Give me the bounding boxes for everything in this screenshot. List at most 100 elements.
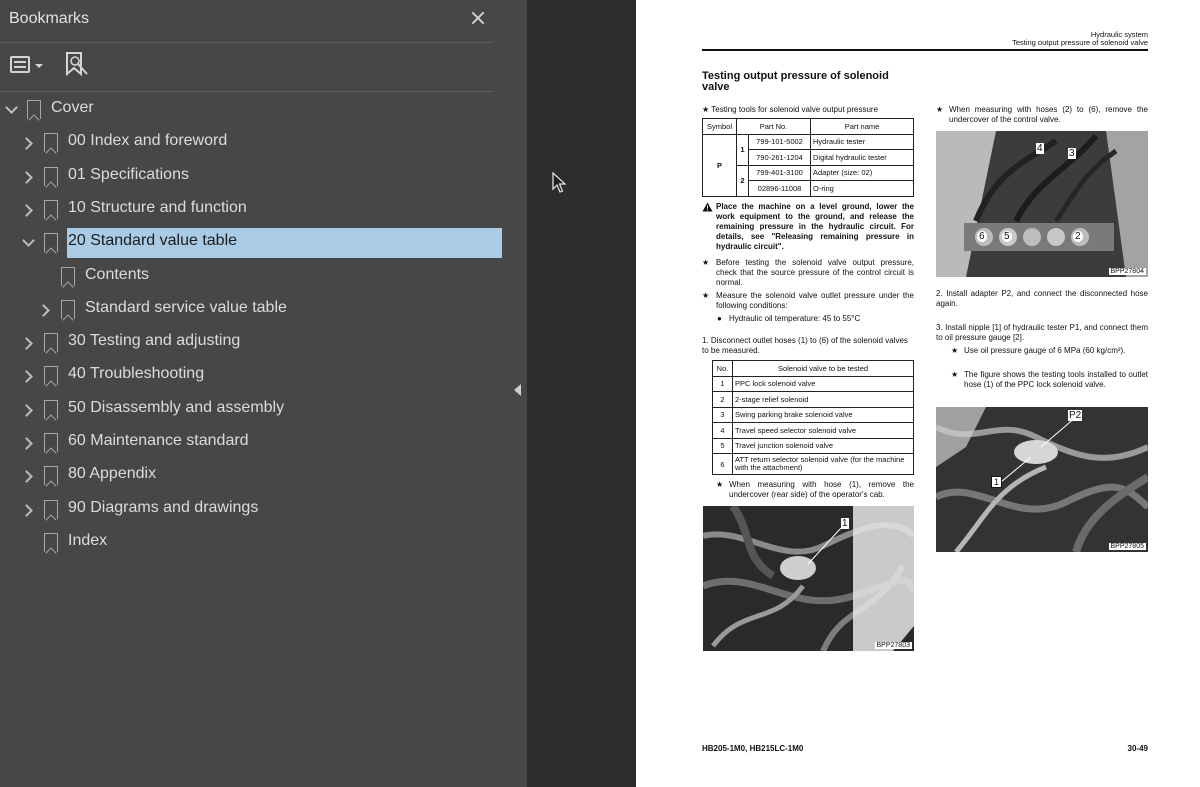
- photo-callout: 6: [977, 231, 987, 242]
- table-header: No.: [712, 360, 733, 377]
- bookmark-label: 20 Standard value table: [68, 232, 238, 250]
- header-topic: Testing output pressure of solenoid valv…: [1012, 38, 1148, 47]
- bookmark-label: 01 Specifications: [68, 165, 189, 183]
- bookmark-item[interactable]: Cover: [0, 97, 502, 127]
- table-row: 1 PPC lock solenoid valve: [712, 375, 914, 392]
- note-gauge: Use oil pressure gauge of 6 MPa (60 kg/c…: [964, 346, 1126, 355]
- table-header: Solenoid valve to be tested: [732, 360, 914, 377]
- tools-caption: ★ Testing tools for solenoid valve outpu…: [702, 105, 879, 114]
- table-header: Part No.: [736, 118, 811, 135]
- bookmark-item[interactable]: 30 Testing and adjusting: [0, 330, 502, 360]
- step-3: 3. Install nipple [1] of hydraulic teste…: [936, 323, 1148, 342]
- mouse-cursor-icon: [552, 172, 567, 193]
- bookmark-icon: [61, 266, 75, 286]
- table-cell: 2: [736, 164, 749, 197]
- bookmark-item[interactable]: 40 Troubleshooting: [0, 363, 502, 393]
- bookmark-label: Standard service value table: [85, 298, 287, 316]
- chevron-right-icon[interactable]: [20, 337, 33, 350]
- bookmark-icon: [44, 433, 58, 452]
- table-row: 6 ATT return selector solenoid valve (for…: [712, 453, 914, 475]
- pdf-viewer: Bookmarks Cover 00 Index and foreword 01 S…: [0, 0, 1200, 787]
- photo-callout: 1: [841, 518, 849, 529]
- tools-table: Symbol Part No. Part name P 1 799-101-50…: [702, 118, 914, 197]
- bookmark-item[interactable]: 20 Standard value table: [0, 228, 502, 260]
- panel-title: Bookmarks: [9, 10, 90, 27]
- star-icon: ★: [702, 258, 710, 267]
- note-figure: The figure shows the testing tools insta…: [964, 370, 1148, 389]
- chevron-down-icon: [35, 64, 43, 68]
- bookmark-label: 90 Diagrams and drawings: [68, 498, 259, 516]
- photo-callout: 4: [1036, 143, 1044, 154]
- photo-image: [936, 407, 1148, 552]
- list-options-icon: [10, 56, 30, 73]
- table-cell: 2-stage relief solenoid: [732, 391, 914, 408]
- star-icon: ★: [702, 291, 710, 300]
- photo-caption: BPP27803: [874, 642, 912, 649]
- bookmark-icon: [44, 166, 58, 186]
- bookmark-label: 80 Appendix: [68, 465, 157, 483]
- bookmark-icon: [44, 199, 58, 219]
- table-cell: 3: [712, 406, 733, 423]
- table-row: 2 2-stage relief solenoid: [712, 391, 914, 408]
- chevron-down-icon[interactable]: [22, 234, 35, 248]
- photo-control-valve: 4 3 6 5 2 BPP27804: [936, 131, 1148, 277]
- table-cell: PPC lock solenoid valve: [732, 375, 914, 392]
- close-panel-button[interactable]: [466, 6, 490, 30]
- photo-callout: 5: [1002, 231, 1012, 242]
- table-cell: Travel speed selector solenoid valve: [732, 422, 914, 439]
- bookmarks-panel: Bookmarks Cover 00 Index and foreword 01 S…: [0, 0, 509, 787]
- table-row: 5 Travel junction solenoid valve: [712, 437, 914, 454]
- bookmark-icon: [44, 466, 58, 486]
- chevron-right-icon[interactable]: [20, 370, 33, 384]
- photo-caption: BPP27805: [1108, 543, 1146, 550]
- bookmark-item[interactable]: Standard service value table: [0, 297, 502, 327]
- bookmark-options-button[interactable]: [8, 52, 46, 78]
- note-hose-1: When measuring with hose (1), remove the…: [729, 480, 914, 499]
- chevron-right-icon[interactable]: [20, 470, 33, 484]
- bookmark-icon: [44, 499, 58, 519]
- collapse-panel-icon[interactable]: [514, 384, 521, 396]
- table-cell: Digital hydraulic tester: [810, 149, 914, 166]
- table-cell: 2: [712, 391, 733, 408]
- chevron-right-icon[interactable]: [20, 137, 33, 151]
- bookmark-item[interactable]: 00 Index and foreword: [0, 130, 502, 160]
- chevron-down-icon[interactable]: [5, 101, 18, 114]
- chevron-right-icon[interactable]: [20, 403, 33, 417]
- warning-text: Place the machine on a level ground, low…: [716, 202, 914, 251]
- table-cell: 799-401-3100: [748, 164, 811, 181]
- bookmark-item[interactable]: Contents: [0, 264, 502, 294]
- bookmark-icon: [44, 233, 58, 253]
- bookmark-icon: [61, 299, 75, 319]
- chevron-right-icon[interactable]: [20, 204, 33, 217]
- chevron-right-icon[interactable]: [20, 503, 33, 517]
- footer-page-number: 30-49: [1127, 744, 1148, 753]
- bookmark-icon: [44, 133, 58, 153]
- condition-text: Hydraulic oil temperature: 45 to 55°C: [729, 314, 861, 323]
- chevron-right-icon[interactable]: [20, 170, 33, 184]
- table-cell: O-ring: [810, 180, 914, 197]
- photo-callout: 3: [1068, 148, 1076, 159]
- step-2: 2. Install adapter P2, and connect the d…: [936, 289, 1148, 308]
- warning-icon: [702, 202, 713, 212]
- bookmark-item[interactable]: 50 Disassembly and assembly: [0, 397, 502, 427]
- bookmark-icon: [44, 333, 58, 353]
- bookmark-item[interactable]: 60 Maintenance standard: [0, 430, 502, 460]
- table-cell: Swing parking brake solenoid valve: [732, 406, 914, 423]
- step-1: 1. Disconnect outlet hoses (1) to (6) of…: [702, 336, 908, 355]
- bookmark-item[interactable]: 90 Diagrams and drawings: [0, 497, 502, 527]
- bookmark-item[interactable]: 10 Structure and function: [0, 197, 502, 227]
- chevron-right-icon[interactable]: [37, 303, 50, 317]
- bookmark-label: 30 Testing and adjusting: [68, 332, 241, 350]
- table-header: Part name: [810, 118, 914, 135]
- table-cell: 1: [736, 133, 749, 166]
- table-row: 4 Travel speed selector solenoid valve: [712, 422, 914, 439]
- table-cell: 790-261-1204: [748, 149, 811, 166]
- bookmark-item[interactable]: 80 Appendix: [0, 463, 502, 493]
- bookmark-item[interactable]: 01 Specifications: [0, 164, 502, 194]
- bookmark-item[interactable]: Index: [0, 530, 502, 560]
- table-cell: Travel junction solenoid valve: [732, 437, 914, 454]
- chevron-right-icon[interactable]: [20, 437, 33, 450]
- footer-model: HB205-1M0, HB215LC-1M0: [702, 744, 804, 753]
- bookmark-label: 50 Disassembly and assembly: [68, 398, 285, 416]
- find-bookmark-button[interactable]: [62, 50, 90, 80]
